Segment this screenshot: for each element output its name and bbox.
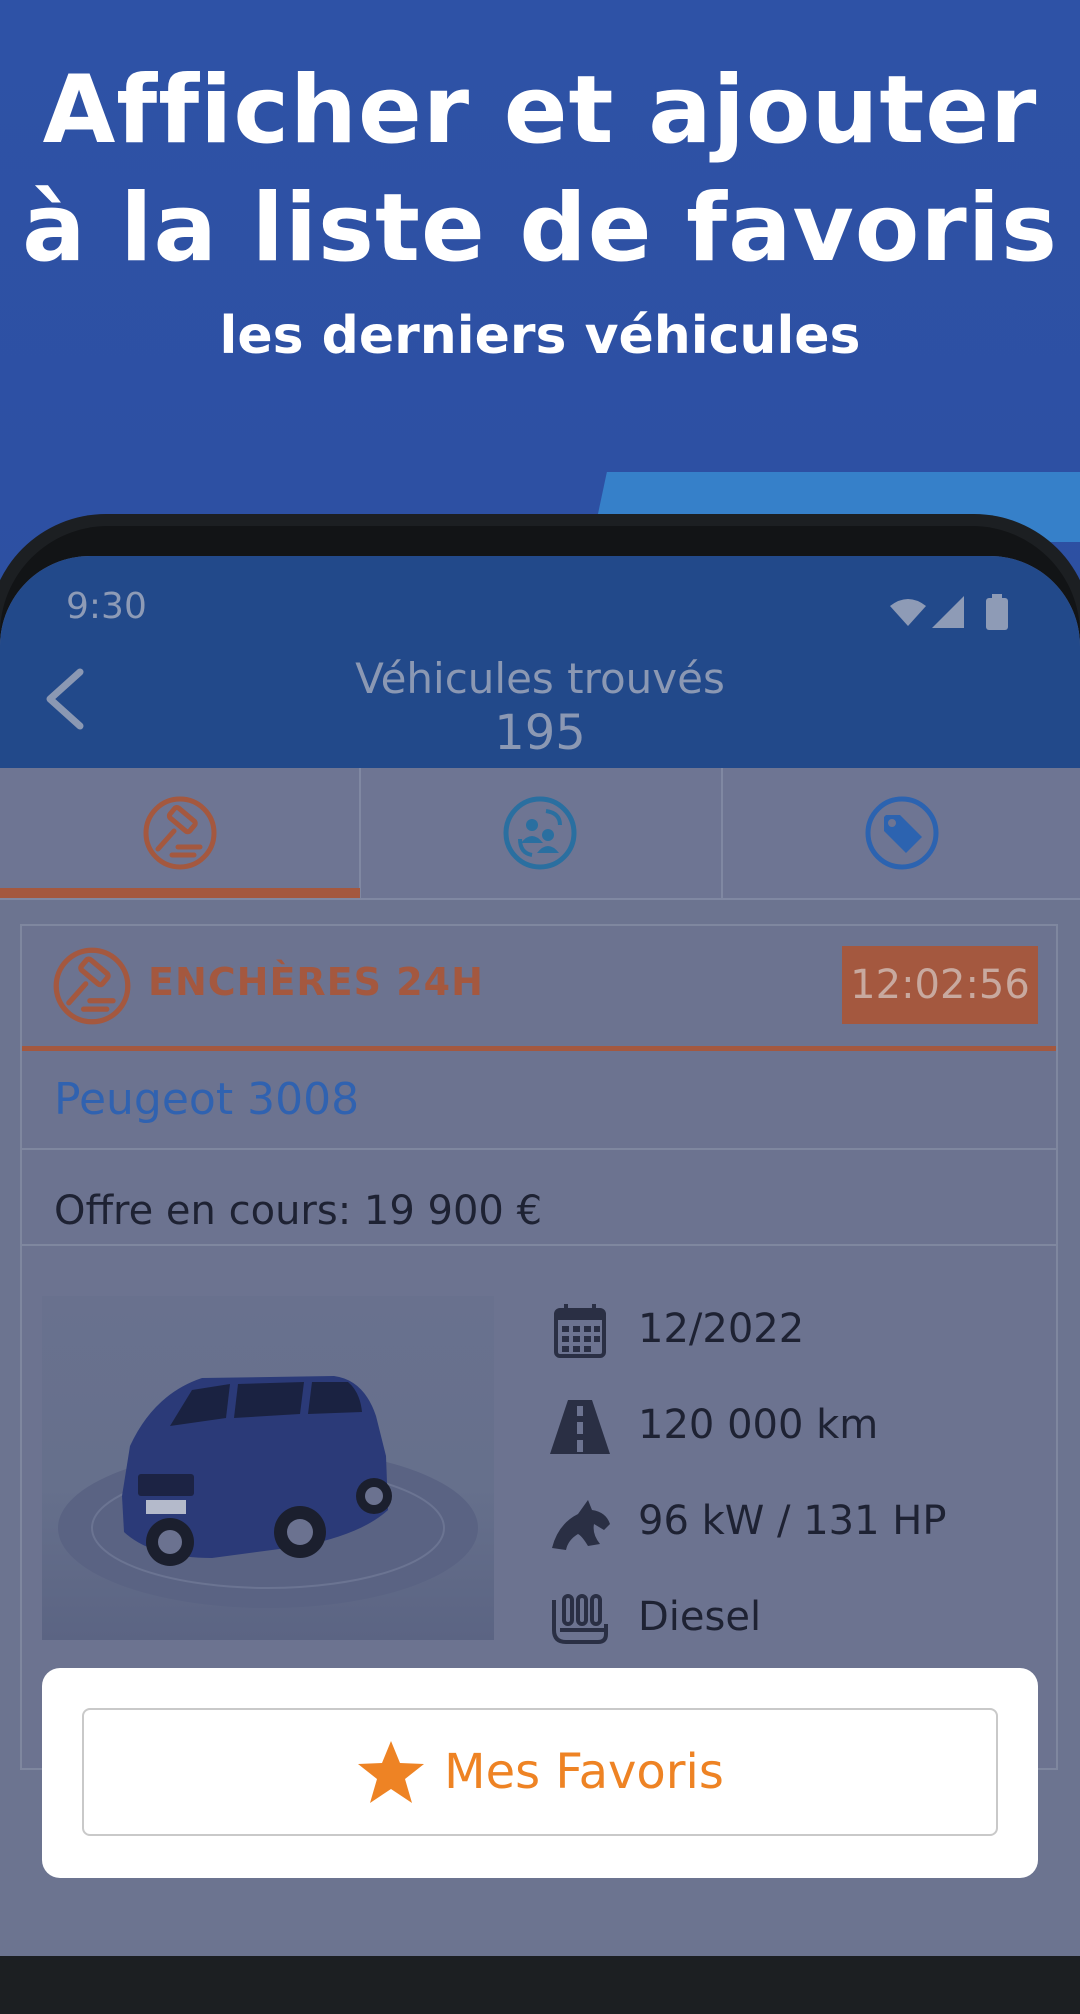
tab-bar-border	[0, 898, 1080, 900]
car-photo[interactable]	[42, 1296, 494, 1640]
road-icon	[550, 1400, 610, 1454]
active-tab-indicator	[0, 888, 360, 898]
divider	[22, 1148, 1056, 1150]
tab-bar	[0, 768, 1080, 900]
wifi-icon	[890, 599, 926, 626]
favorites-panel: Mes Favoris	[42, 1668, 1038, 1878]
app-bar: 9:30 Véhicules trouvés 195	[0, 556, 1080, 768]
my-favorites-label: Mes Favoris	[444, 1744, 724, 1800]
current-offer: Offre en cours: 19 900 €	[54, 1188, 543, 1234]
battery-icon	[986, 598, 1008, 630]
promo-subheadline: les derniers véhicules	[219, 306, 861, 366]
spec-value: 12/2022	[638, 1306, 805, 1352]
page-title: Véhicules trouvés	[355, 654, 725, 703]
people-exchange-icon	[503, 796, 577, 870]
calendar-icon	[554, 1304, 606, 1358]
my-favorites-button[interactable]: Mes Favoris	[82, 1708, 998, 1836]
promo-headline-line1: Afficher et ajouter	[42, 56, 1038, 165]
spec-fuel: Diesel	[548, 1584, 1028, 1654]
sale-type-label: ENCHÈRES 24H	[148, 960, 484, 1004]
engine-icon	[552, 1594, 608, 1644]
vehicle-card[interactable]: ENCHÈRES 24H 12:02:56 Peugeot 3008 Offre…	[20, 924, 1058, 1770]
results-count: 195	[494, 705, 586, 761]
star-icon	[358, 1741, 425, 1803]
promo-headline: Afficher et ajouter à la liste de favori…	[0, 52, 1080, 288]
price-tag-icon	[865, 796, 939, 870]
signal-icon	[932, 596, 964, 628]
horse-icon	[552, 1500, 610, 1550]
tab-auctions[interactable]	[0, 768, 360, 898]
card-header-rule	[22, 1046, 1056, 1051]
tab-fixed-price[interactable]	[722, 768, 1080, 898]
card-header: ENCHÈRES 24H 12:02:56	[22, 926, 1056, 1046]
tab-trade[interactable]	[360, 768, 720, 898]
gavel-icon	[53, 947, 131, 1025]
vehicle-model-link[interactable]: Peugeot 3008	[54, 1074, 359, 1125]
divider	[22, 1244, 1056, 1246]
spec-value: 120 000 km	[638, 1402, 879, 1448]
spec-value: 96 kW / 131 HP	[638, 1498, 947, 1544]
status-icons	[890, 594, 1008, 630]
countdown-timer: 12:02:56	[842, 946, 1038, 1024]
status-time: 9:30	[66, 586, 147, 627]
promo-headline-line2: à la liste de favoris	[22, 174, 1058, 283]
spec-registration: 12/2022	[548, 1296, 1028, 1366]
spec-power: 96 kW / 131 HP	[548, 1488, 1028, 1558]
spec-value: Diesel	[638, 1594, 762, 1640]
spec-mileage: 120 000 km	[548, 1392, 1028, 1462]
gavel-icon	[143, 796, 217, 870]
